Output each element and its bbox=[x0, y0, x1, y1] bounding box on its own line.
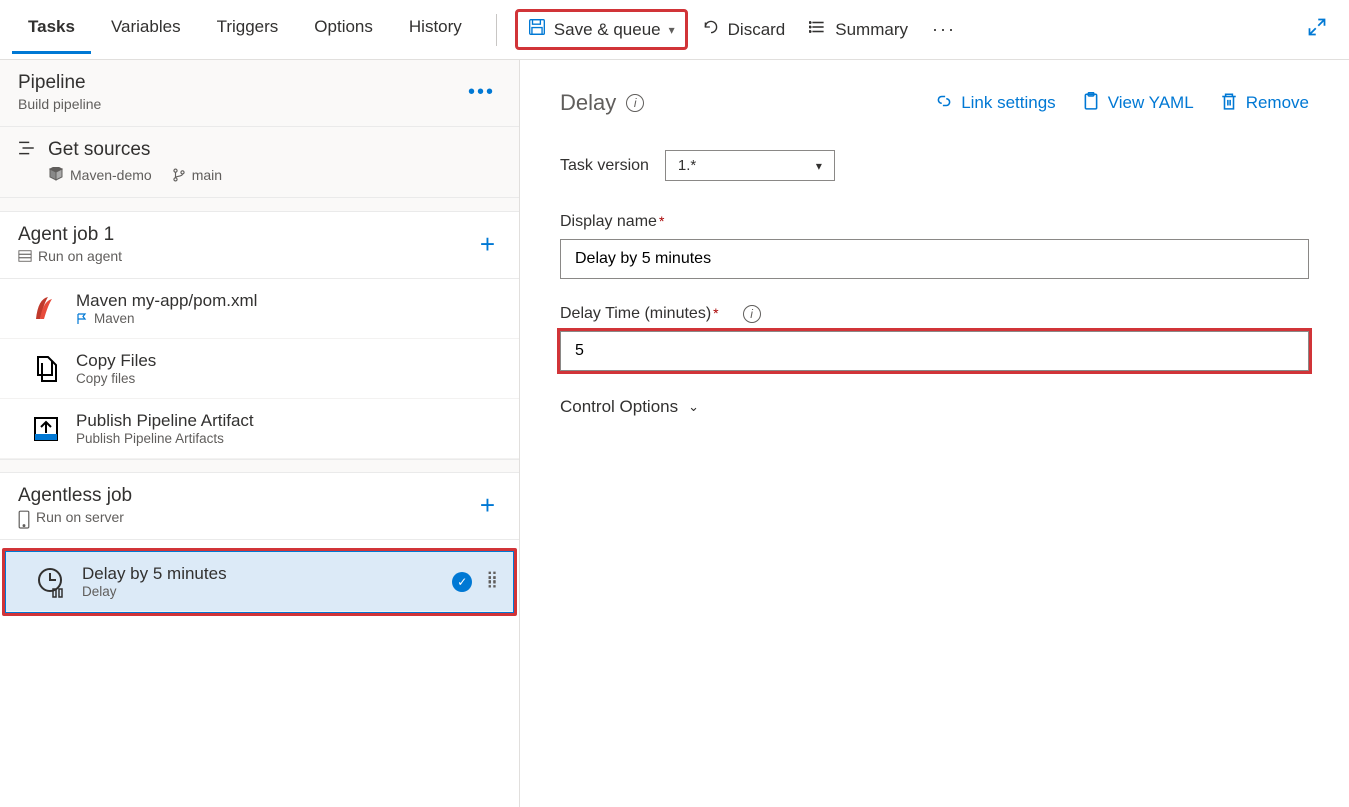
agentless-job-title: Agentless job bbox=[18, 485, 132, 507]
link-icon bbox=[935, 92, 953, 115]
task-title: Delay by 5 minutes bbox=[82, 564, 438, 584]
copy-icon bbox=[30, 353, 62, 385]
ellipsis-icon: ··· bbox=[932, 19, 956, 40]
top-tab-bar: Tasks Variables Triggers Options History… bbox=[0, 0, 1349, 60]
summary-button[interactable]: Summary bbox=[799, 12, 918, 47]
required-indicator: * bbox=[713, 305, 718, 321]
task-subtitle: Copy files bbox=[76, 371, 156, 386]
pipeline-subtitle: Build pipeline bbox=[18, 96, 101, 112]
more-button[interactable]: ··· bbox=[922, 13, 966, 46]
display-name-input[interactable] bbox=[560, 239, 1309, 279]
view-yaml-button[interactable]: View YAML bbox=[1082, 92, 1194, 115]
agentless-job-card[interactable]: Agentless job Run on server + bbox=[0, 473, 519, 540]
agent-job-subtitle: Run on agent bbox=[38, 248, 122, 264]
summary-label: Summary bbox=[835, 20, 908, 40]
discard-label: Discard bbox=[728, 20, 786, 40]
server-icon bbox=[18, 249, 32, 263]
task-title: Publish Pipeline Artifact bbox=[76, 411, 254, 431]
task-version-dropdown[interactable]: 1.* ▾ bbox=[665, 150, 835, 181]
add-task-button[interactable]: + bbox=[474, 490, 501, 521]
tab-variables[interactable]: Variables bbox=[95, 5, 197, 54]
required-indicator: * bbox=[659, 213, 664, 229]
get-sources-card[interactable]: Get sources Maven-demo bbox=[0, 127, 519, 198]
agentless-job-subtitle: Run on server bbox=[36, 509, 124, 525]
task-subtitle: Maven bbox=[94, 311, 135, 326]
flag-icon bbox=[76, 313, 88, 325]
panel-title-text: Delay bbox=[560, 90, 616, 116]
right-pane: Delay i Link settings View YAML Remove bbox=[520, 60, 1349, 807]
remove-label: Remove bbox=[1246, 93, 1309, 113]
get-sources-title: Get sources bbox=[48, 139, 501, 161]
separator bbox=[496, 14, 497, 46]
task-publish-artifact[interactable]: Publish Pipeline Artifact Publish Pipeli… bbox=[0, 399, 519, 459]
tab-tasks[interactable]: Tasks bbox=[12, 5, 91, 54]
info-icon[interactable]: i bbox=[743, 305, 761, 323]
delay-icon bbox=[36, 566, 68, 598]
clipboard-icon bbox=[1082, 92, 1100, 115]
task-subtitle: Delay bbox=[82, 584, 438, 599]
maven-icon bbox=[30, 293, 62, 325]
undo-icon bbox=[702, 18, 720, 41]
tab-options[interactable]: Options bbox=[298, 5, 389, 54]
agent-job-card[interactable]: Agent job 1 Run on agent + bbox=[0, 212, 519, 279]
repo-name: Maven-demo bbox=[70, 167, 152, 183]
expand-button[interactable] bbox=[1297, 11, 1337, 48]
drag-handle-icon[interactable]: ⠿⠿ bbox=[486, 577, 495, 587]
sources-icon bbox=[18, 139, 36, 157]
add-task-button[interactable]: + bbox=[474, 229, 501, 260]
tab-triggers[interactable]: Triggers bbox=[201, 5, 295, 54]
branch-name: main bbox=[192, 167, 222, 183]
task-maven[interactable]: Maven my-app/pom.xml Maven bbox=[0, 279, 519, 339]
expand-icon bbox=[1307, 17, 1327, 42]
repo-icon bbox=[48, 167, 64, 183]
task-version-label: Task version bbox=[560, 157, 649, 175]
server-icon bbox=[18, 510, 30, 524]
control-options-label: Control Options bbox=[560, 397, 678, 417]
view-yaml-label: View YAML bbox=[1108, 93, 1194, 113]
link-settings-button[interactable]: Link settings bbox=[935, 92, 1056, 115]
task-subtitle: Publish Pipeline Artifacts bbox=[76, 431, 254, 446]
save-and-queue-label: Save & queue bbox=[554, 20, 661, 40]
delay-time-input[interactable] bbox=[560, 331, 1309, 371]
upload-icon bbox=[30, 413, 62, 445]
link-settings-label: Link settings bbox=[961, 93, 1056, 113]
agent-job-title: Agent job 1 bbox=[18, 224, 122, 246]
display-name-label: Display name bbox=[560, 213, 657, 230]
branch-icon bbox=[172, 168, 186, 182]
save-and-queue-button[interactable]: Save & queue ▾ bbox=[515, 9, 688, 50]
task-copy-files[interactable]: Copy Files Copy files bbox=[0, 339, 519, 399]
save-icon bbox=[528, 18, 546, 41]
discard-button[interactable]: Discard bbox=[692, 12, 796, 47]
chevron-down-icon: ▾ bbox=[816, 159, 822, 173]
task-title: Copy Files bbox=[76, 351, 156, 371]
control-options-toggle[interactable]: Control Options ⌄ bbox=[560, 397, 1309, 417]
chevron-down-icon: ▾ bbox=[669, 23, 675, 37]
panel-title: Delay i bbox=[560, 90, 644, 116]
delay-time-label: Delay Time (minutes) bbox=[560, 305, 711, 322]
left-pane: Pipeline Build pipeline ••• Get sources bbox=[0, 60, 520, 807]
trash-icon bbox=[1220, 92, 1238, 115]
list-icon bbox=[809, 18, 827, 41]
task-title: Maven my-app/pom.xml bbox=[76, 291, 257, 311]
tab-history[interactable]: History bbox=[393, 5, 478, 54]
pipeline-more-button[interactable]: ••• bbox=[462, 81, 501, 104]
task-delay[interactable]: Delay by 5 minutes Delay ✓ ⠿⠿ bbox=[6, 552, 513, 612]
info-icon[interactable]: i bbox=[626, 94, 644, 112]
pipeline-card[interactable]: Pipeline Build pipeline ••• bbox=[0, 60, 519, 127]
task-version-value: 1.* bbox=[678, 157, 696, 174]
chevron-down-icon: ⌄ bbox=[688, 399, 699, 415]
pipeline-title: Pipeline bbox=[18, 72, 101, 94]
check-icon: ✓ bbox=[452, 572, 472, 592]
remove-button[interactable]: Remove bbox=[1220, 92, 1309, 115]
